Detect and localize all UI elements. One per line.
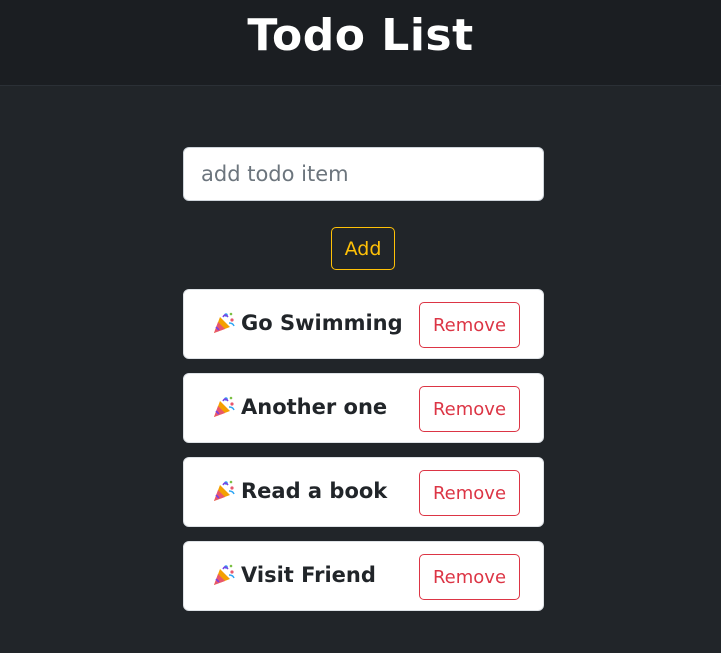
todo-list: Go Swimming Remove Another one Remove Re… (183, 289, 544, 611)
todo-text: Visit Friend (241, 563, 376, 587)
todo-text: Another one (241, 395, 388, 419)
party-popper-icon (212, 395, 236, 419)
remove-button[interactable]: Remove (419, 302, 520, 348)
remove-button[interactable]: Remove (419, 554, 520, 600)
todo-item: Read a book Remove (183, 457, 544, 527)
party-popper-icon (212, 563, 236, 587)
todo-text: Go Swimming (241, 311, 403, 335)
todo-input[interactable] (183, 147, 544, 201)
remove-button[interactable]: Remove (419, 386, 520, 432)
remove-button[interactable]: Remove (419, 470, 520, 516)
todo-text: Read a book (241, 479, 388, 503)
page-title: Todo List (247, 10, 474, 61)
party-popper-icon (212, 479, 236, 503)
todo-item: Go Swimming Remove (183, 289, 544, 359)
party-popper-icon (212, 311, 236, 335)
add-button[interactable]: Add (331, 227, 395, 270)
todo-item: Another one Remove (183, 373, 544, 443)
todo-item: Visit Friend Remove (183, 541, 544, 611)
page-header: Todo List (0, 0, 721, 86)
